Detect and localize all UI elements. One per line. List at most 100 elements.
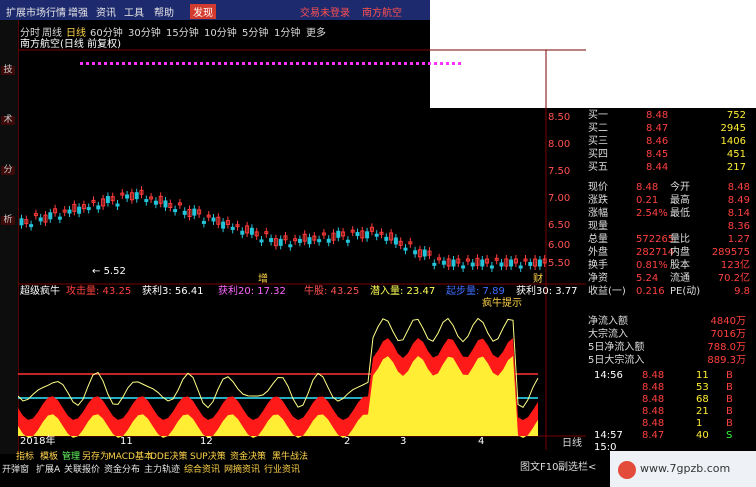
tab-15min[interactable]: 15分钟 — [166, 24, 199, 39]
tab-dde[interactable]: DDE决策 — [150, 449, 188, 462]
bid-price: 8.44 — [646, 162, 669, 173]
candle-body — [115, 203, 120, 207]
menu-item-tools[interactable]: 工具 — [124, 4, 144, 19]
signal-dot — [194, 62, 197, 65]
tab-sup[interactable]: SUP决策 — [190, 449, 226, 462]
tab-manage[interactable]: 管理 — [62, 449, 80, 462]
signal-dot — [188, 62, 191, 65]
tab-5min[interactable]: 5分钟 — [242, 24, 268, 39]
signal-dot — [170, 62, 173, 65]
candle-body — [173, 209, 178, 213]
signal-dot — [134, 62, 137, 65]
signal-dot — [284, 62, 287, 65]
candle-body — [365, 231, 370, 239]
tab-30min[interactable]: 30分钟 — [128, 24, 161, 39]
tab-daily[interactable]: 日线 — [66, 24, 86, 39]
sidebar-tab[interactable]: 分 — [1, 166, 15, 175]
tab-fund[interactable]: 资金决策 — [230, 449, 266, 462]
candle-body — [528, 261, 533, 266]
nav-fund-dist[interactable]: 资金分布 — [104, 462, 140, 475]
stat-label: 总量 — [588, 234, 608, 245]
flow-value: 7016万 — [710, 329, 746, 340]
date-tick: 11 — [120, 436, 133, 447]
candle-body — [153, 200, 158, 205]
stat-value: 8.14 — [727, 208, 750, 219]
candle-body — [86, 207, 91, 211]
stat-label: 净资 — [588, 273, 608, 284]
trade-login-status[interactable]: 交易未登录 — [300, 4, 350, 19]
signal-dot — [410, 62, 413, 65]
tab-60min[interactable]: 60分钟 — [90, 24, 123, 39]
signal-dot — [272, 62, 275, 65]
stat-value: 2.54% — [636, 208, 668, 219]
stat-label: 最低 — [670, 208, 690, 219]
tab-weekly[interactable]: 周线 — [42, 24, 62, 39]
tick-time: 14:57 — [594, 430, 623, 441]
signal-dot — [104, 62, 107, 65]
tab-10min[interactable]: 10分钟 — [204, 24, 237, 39]
sidebar-tab[interactable]: 术 — [1, 116, 15, 125]
date-tick: 2 — [344, 436, 351, 447]
menu-item-help[interactable]: 帮助 — [154, 4, 174, 19]
tab-more[interactable]: 更多 — [306, 24, 326, 39]
signal-dot — [386, 62, 389, 65]
candle-body — [144, 199, 149, 203]
candle-body — [451, 259, 456, 267]
readout-4: 潜入量: 23.47 — [370, 286, 436, 297]
bid-name: 买一 — [588, 110, 608, 121]
menu-item-enhance[interactable]: 增强 — [68, 4, 88, 19]
candle-body — [240, 230, 245, 235]
candle-body — [96, 205, 101, 210]
bottom-toolbar: 指标 模板 管理 另存为 MACD基本 DDE决策 SUP决策 资金决策 黑牛战… — [0, 448, 580, 476]
signal-dot — [290, 62, 293, 65]
bid-name: 买二 — [588, 123, 608, 134]
tab-macd[interactable]: MACD基本 — [108, 449, 153, 462]
sub-select-button[interactable]: 副选栏< — [558, 462, 596, 474]
signal-dot — [440, 62, 443, 65]
candle-body — [67, 209, 72, 214]
date-tick: 4 — [478, 436, 485, 447]
nav-popup[interactable]: 开弹窗 — [2, 462, 29, 475]
nav-news[interactable]: 综合资讯 — [184, 462, 220, 475]
tab-template[interactable]: 模板 — [40, 449, 58, 462]
signal-markers — [80, 62, 461, 65]
f10-button[interactable]: 图文F10 — [520, 462, 558, 474]
signal-dot — [182, 62, 185, 65]
nav-industry-news[interactable]: 行业资讯 — [264, 462, 300, 475]
tab-1min[interactable]: 1分钟 — [274, 24, 300, 39]
flow-label: 5日净流入额 — [588, 342, 645, 353]
candle-body — [211, 217, 216, 222]
signal-dot — [338, 62, 341, 65]
candle-body — [38, 217, 43, 222]
stat-label: 最高 — [670, 195, 690, 206]
candle-body — [422, 249, 427, 257]
nav-main-track[interactable]: 主力轨迹 — [144, 462, 180, 475]
stat-value: 8.48 — [727, 182, 750, 193]
sidebar-tab[interactable]: 析 — [1, 216, 15, 225]
stat-label: 内盘 — [670, 247, 690, 258]
tab-black-bull[interactable]: 黑牛战法 — [272, 449, 308, 462]
signal-dot — [206, 62, 209, 65]
candle-body — [317, 239, 322, 243]
tick-side: B — [726, 418, 733, 429]
candle-body — [201, 220, 206, 224]
tab-intraday[interactable]: 分时 — [20, 24, 40, 39]
stat-value: 9.8 — [734, 286, 750, 297]
tab-indicator[interactable]: 指标 — [16, 449, 34, 462]
indicator-name[interactable]: 超级疯牛 — [20, 286, 60, 298]
menu-item-news[interactable]: 资讯 — [96, 4, 116, 19]
nav-ext-a[interactable]: 扩展A — [36, 462, 60, 475]
menu-item-ext-market[interactable]: 扩展市场行情 — [6, 4, 66, 19]
flow-value: 889.3万 — [707, 355, 746, 366]
stat-label: 流通 — [670, 273, 690, 284]
stat-value: 572265 — [636, 234, 675, 245]
stat-label: 量比 — [670, 234, 690, 245]
bid-price: 8.45 — [646, 149, 669, 160]
candle-body — [384, 236, 389, 241]
nav-web-news[interactable]: 网摘资讯 — [224, 462, 260, 475]
tab-save-as[interactable]: 另存为 — [82, 449, 109, 462]
menu-item-discover[interactable]: 发现 — [190, 4, 216, 19]
sidebar-tab[interactable]: 技 — [1, 66, 15, 75]
bid-volume: 752 — [726, 110, 746, 121]
nav-related-quote[interactable]: 关联报价 — [64, 462, 100, 475]
